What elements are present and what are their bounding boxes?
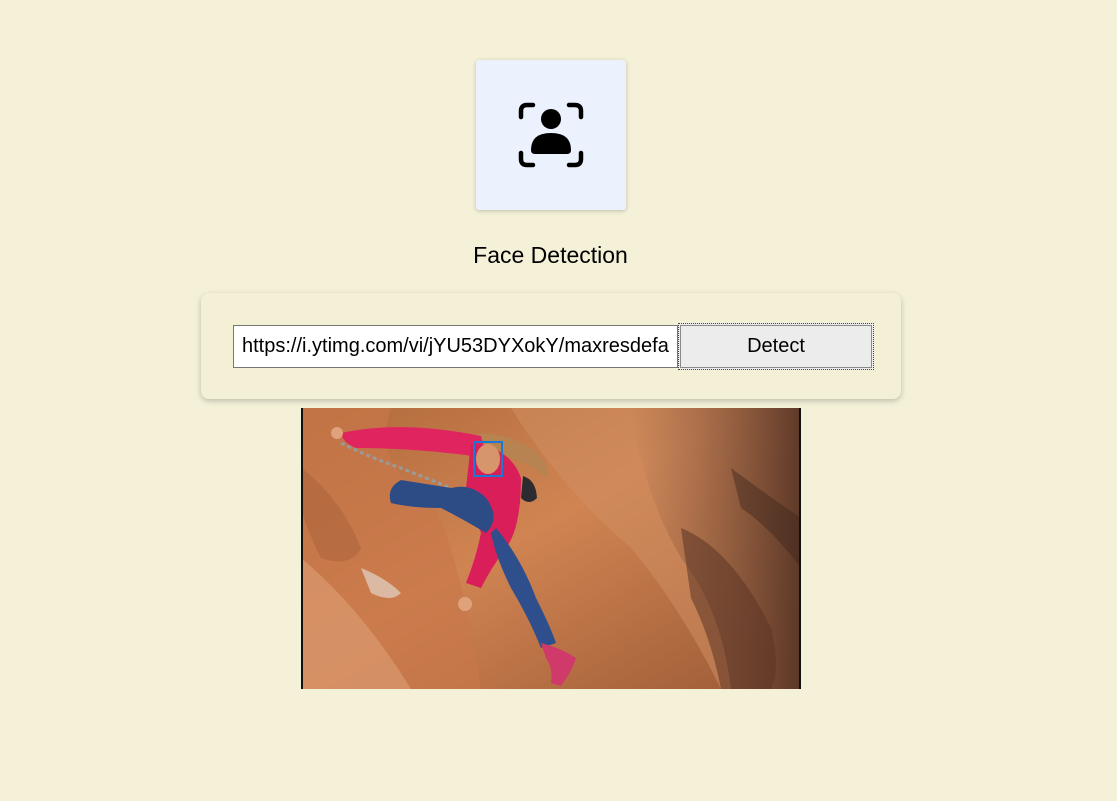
face-bounding-box <box>473 441 503 477</box>
app-logo <box>476 60 626 210</box>
detect-form: Detect <box>201 293 901 399</box>
result-image <box>301 408 801 689</box>
face-scan-icon <box>518 102 584 168</box>
image-url-input[interactable] <box>233 325 678 368</box>
page-title: Face Detection <box>473 242 628 268</box>
climber-photo <box>301 408 801 689</box>
detect-button[interactable]: Detect <box>678 323 874 370</box>
